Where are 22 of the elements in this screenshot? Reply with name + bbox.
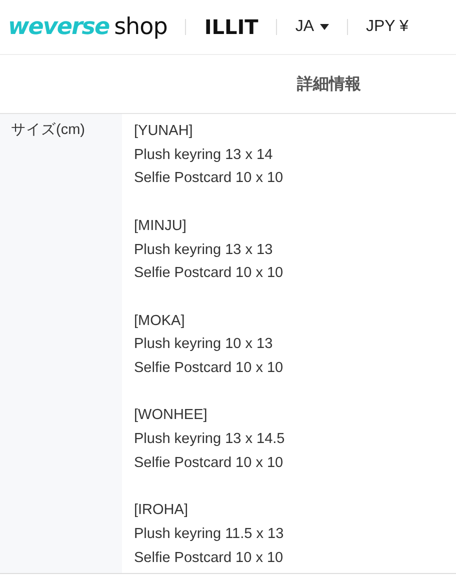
section-title: 詳細情報 bbox=[297, 74, 361, 94]
spec-value: Plush keyring 13 x 13 bbox=[134, 240, 274, 260]
spec-value: Plush keyring 13 x 14.5 bbox=[134, 430, 285, 450]
member-name: [WONHEE] bbox=[134, 406, 208, 426]
currency-selector[interactable]: JPY ¥ bbox=[366, 18, 408, 36]
member-name: [MOKA] bbox=[134, 312, 186, 331]
spec-value: Plush keyring 13 x 14 bbox=[134, 146, 274, 165]
member-name: [IROHA] bbox=[134, 501, 189, 520]
logo-suffix[interactable]: shop bbox=[114, 14, 168, 40]
member-name: [YUNAH] bbox=[134, 122, 194, 141]
spec-value: Plush keyring 10 x 13 bbox=[134, 335, 274, 354]
spec-value: Plush keyring 11.5 x 13 bbox=[134, 524, 285, 544]
artist-name[interactable]: ILLIT bbox=[204, 15, 258, 39]
spec-label: サイズ(cm) bbox=[0, 114, 122, 574]
language-selector[interactable]: JA bbox=[295, 18, 329, 36]
spec-value: Selfie Postcard 10 x 10 bbox=[134, 548, 284, 568]
spec-value: Selfie Postcard 10 x 10 bbox=[134, 359, 284, 378]
spec-value: Selfie Postcard 10 x 10 bbox=[134, 454, 284, 473]
spec-value: Selfie Postcard 10 x 10 bbox=[134, 264, 284, 284]
caret-icon bbox=[320, 24, 329, 30]
spec-value: Selfie Postcard 10 x 10 bbox=[134, 169, 284, 188]
member-name: [MINJU] bbox=[134, 216, 188, 236]
